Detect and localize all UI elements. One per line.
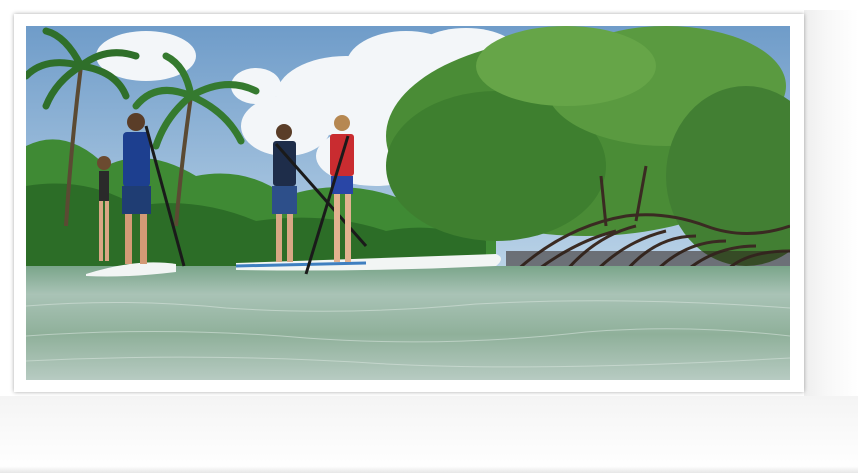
paddleboard-photo bbox=[26, 26, 790, 380]
photo-illustration bbox=[26, 26, 790, 380]
water bbox=[26, 266, 790, 380]
frame-shadow-bottom bbox=[0, 396, 858, 473]
frame-shadow-edge bbox=[0, 466, 858, 473]
photo-frame bbox=[14, 14, 804, 392]
